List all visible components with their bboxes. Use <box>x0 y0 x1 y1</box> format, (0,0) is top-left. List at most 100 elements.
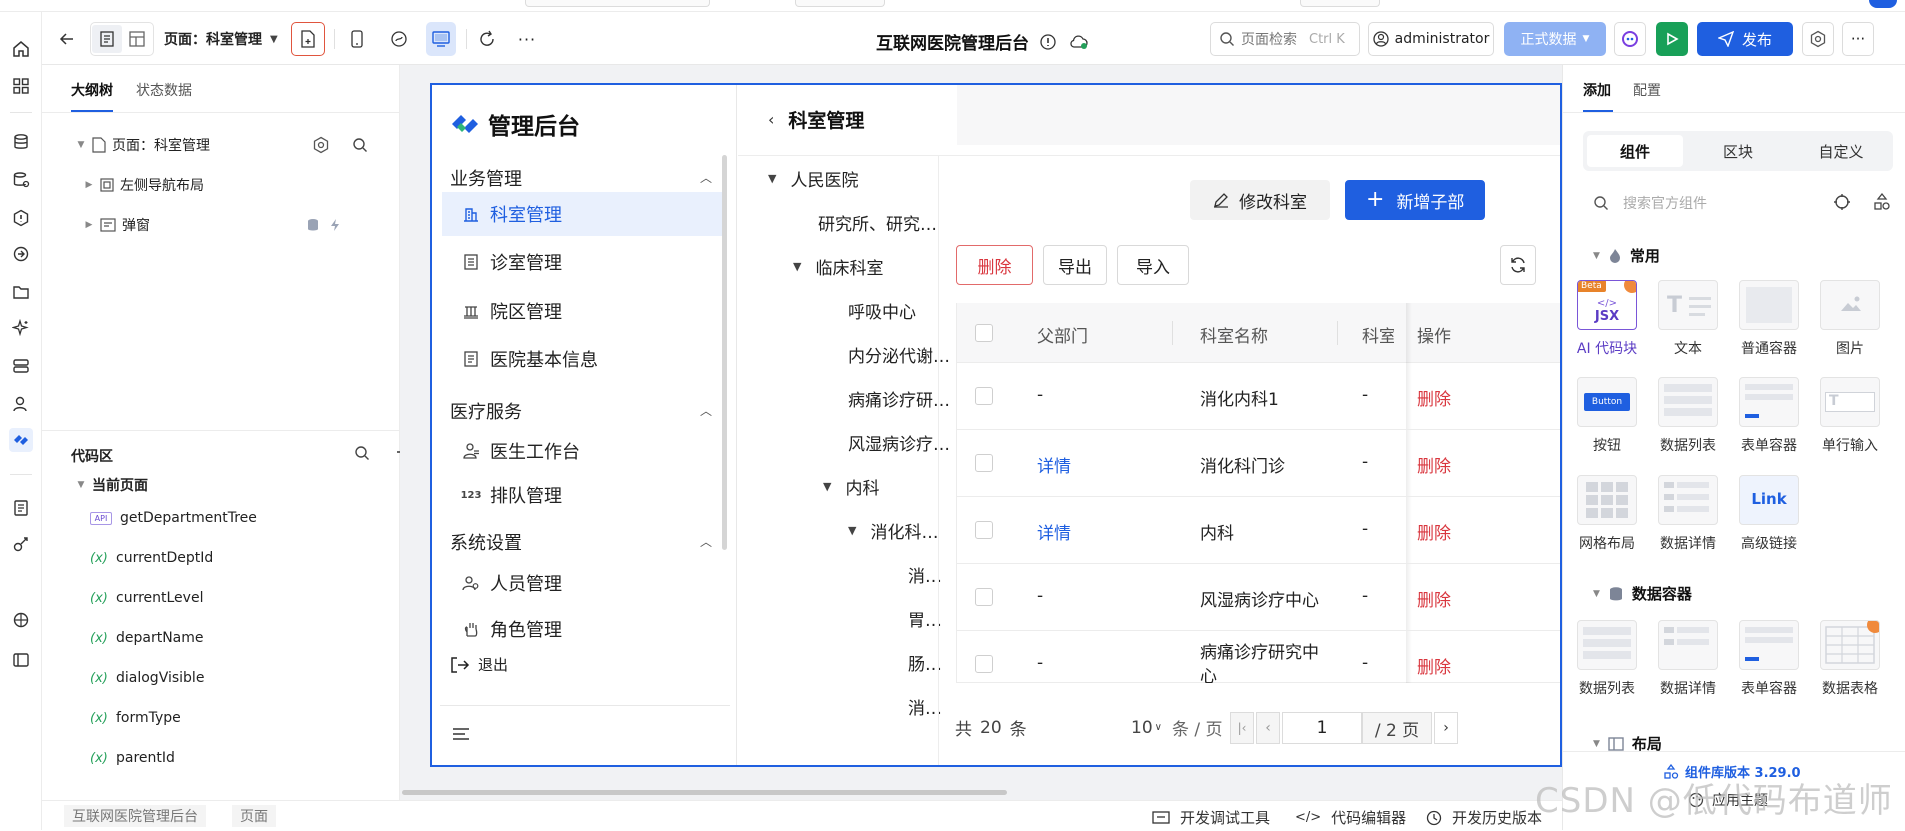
new-page-button[interactable] <box>291 22 325 56</box>
chevron-up-icon[interactable]: ︿ <box>700 533 712 550</box>
publish-button[interactable]: 发布 <box>1697 22 1793 56</box>
delete-row-link[interactable]: 删除 <box>1417 653 1451 678</box>
app-preview-frame[interactable]: 管理后台 业务管理 ︿ 科室管理 诊室管理 院区管理 医院基本信息 医疗服务 ︿… <box>430 83 1562 767</box>
avatar[interactable] <box>1869 0 1897 8</box>
tab-add[interactable]: 添加 <box>1583 80 1611 100</box>
dept-tree-node[interactable]: 病痛诊疗研… <box>848 385 950 411</box>
dept-tree-node[interactable]: 呼吸中心 <box>848 297 916 323</box>
delete-row-link[interactable]: 删除 <box>1417 385 1451 410</box>
canvas-scrollbar[interactable] <box>402 790 1552 795</box>
chevron-up-icon[interactable]: ︿ <box>700 169 712 186</box>
tree-node-dialog[interactable]: ▶ 弹窗 <box>84 213 384 237</box>
run-button[interactable] <box>1656 22 1688 56</box>
tab-config[interactable]: 配置 <box>1633 80 1661 100</box>
chevron-left-icon[interactable]: ‹ <box>768 110 774 129</box>
component-image[interactable]: 图片 <box>1810 280 1890 358</box>
dept-tree-node[interactable]: 风湿病诊疗… <box>848 429 950 455</box>
page-number-input[interactable]: 1 <box>1282 712 1362 744</box>
delete-row-link[interactable]: 删除 <box>1417 586 1451 611</box>
menu-item-doctor-workbench[interactable]: 医生工作台 <box>442 429 722 473</box>
code-editor-button[interactable]: </> 代码编辑器 <box>1295 807 1406 828</box>
code-item-variable[interactable]: (x) currentLevel <box>90 587 203 609</box>
scrollbar[interactable] <box>722 155 727 550</box>
component-data-detail[interactable]: 数据详情 <box>1648 475 1728 553</box>
add-child-button[interactable]: + 新增子部 <box>1345 180 1485 220</box>
code-item-variable[interactable]: (x) parentId <box>90 747 175 769</box>
delete-button[interactable]: 删除 <box>956 245 1033 285</box>
data-source-icon[interactable] <box>9 168 33 192</box>
home-icon[interactable] <box>9 37 33 61</box>
view-toggle[interactable] <box>90 22 154 56</box>
mini-program-button[interactable] <box>384 22 414 56</box>
tab-state-data[interactable]: 状态数据 <box>136 80 192 100</box>
storage-icon[interactable] <box>9 354 33 378</box>
folder-icon[interactable] <box>9 280 33 304</box>
search-icon[interactable] <box>354 445 370 461</box>
user-settings-icon[interactable] <box>9 392 33 416</box>
segment-custom[interactable]: 自定义 <box>1793 135 1889 167</box>
dev-tools-button[interactable]: 开发调试工具 <box>1152 807 1270 828</box>
more-menu-button[interactable]: ··· <box>1842 22 1874 56</box>
code-item-api[interactable]: API getDepartmentTree <box>90 507 257 529</box>
row-checkbox[interactable] <box>975 521 993 539</box>
menu-item-queue[interactable]: 123 排队管理 <box>442 473 722 517</box>
menu-item-roles[interactable]: 角色管理 <box>442 607 722 651</box>
user-menu[interactable]: administrator <box>1368 22 1494 56</box>
dept-tree-node[interactable]: 肠… <box>908 649 942 675</box>
database-icon[interactable] <box>9 130 33 154</box>
row-checkbox[interactable] <box>975 588 993 606</box>
collapse-panel-icon[interactable] <box>9 648 33 672</box>
history-button[interactable]: 开发历史版本 <box>1426 807 1542 828</box>
menu-item-staff[interactable]: 人员管理 <box>442 561 722 605</box>
component-grid-layout[interactable]: 网格布局 <box>1567 475 1647 553</box>
target-icon[interactable] <box>1833 193 1851 211</box>
select-all-checkbox[interactable] <box>975 324 993 342</box>
menu-item-hospital-info[interactable]: 医院基本信息 <box>442 337 722 381</box>
cloud-sync-icon[interactable] <box>1069 33 1089 51</box>
layout-view-icon[interactable] <box>122 25 152 53</box>
component-form-container[interactable]: 表单容器 <box>1729 377 1809 455</box>
menu-group-medical[interactable]: 医疗服务 <box>450 398 522 424</box>
info-icon[interactable] <box>1039 33 1057 51</box>
component-data-table[interactable]: 数据表格 <box>1810 620 1890 698</box>
row-checkbox[interactable] <box>975 454 993 472</box>
component-form-container[interactable]: 表单容器 <box>1729 620 1809 698</box>
component-data-list[interactable]: 数据列表 <box>1648 377 1728 455</box>
breadcrumb-app[interactable]: 互联网医院管理后台 <box>64 805 206 827</box>
menu-item-department[interactable]: 科室管理 <box>442 192 722 236</box>
tree-node-page[interactable]: ▼ 页面：科室管理 <box>76 133 376 157</box>
prev-page-icon[interactable]: ‹ <box>1256 712 1280 744</box>
first-page-icon[interactable]: |‹ <box>1230 712 1254 744</box>
ai-assistant-button[interactable] <box>1614 22 1646 56</box>
component-data-detail[interactable]: 数据详情 <box>1648 620 1728 698</box>
code-item-variable[interactable]: (x) formType <box>90 707 181 729</box>
dept-tree-node[interactable]: ▼ 消化科… <box>848 517 938 543</box>
dept-tree-node[interactable]: ▼ 内科 <box>823 473 879 499</box>
code-item-variable[interactable]: (x) dialogVisible <box>90 667 204 689</box>
menu-group-business[interactable]: 业务管理 <box>450 165 522 191</box>
page-size-select[interactable]: 10 ∨ 条 / 页 <box>1131 715 1223 741</box>
detail-link[interactable]: 详情 <box>1037 519 1071 544</box>
ai-sparkle-icon[interactable] <box>9 316 33 340</box>
next-page-icon[interactable]: › <box>1434 712 1458 744</box>
refresh-button[interactable] <box>472 22 502 56</box>
component-advanced-link[interactable]: Link 高级链接 <box>1729 475 1809 553</box>
import-button[interactable]: 导入 <box>1117 245 1189 285</box>
tree-node-left-nav-layout[interactable]: ▶ 左侧导航布局 <box>84 173 204 197</box>
chevron-up-icon[interactable]: ︿ <box>700 402 712 419</box>
menu-item-campus[interactable]: 院区管理 <box>442 289 722 333</box>
delete-row-link[interactable]: 删除 <box>1417 519 1451 544</box>
edit-department-button[interactable]: 修改科室 <box>1190 180 1330 220</box>
code-group-current-page[interactable]: ▼ 当前页面 <box>76 473 148 497</box>
logout-link[interactable]: 退出 <box>450 654 508 675</box>
apps-icon[interactable] <box>9 74 33 98</box>
list-doc-icon[interactable] <box>9 496 33 520</box>
desktop-preview-button[interactable] <box>426 22 456 56</box>
page-search-input[interactable]: 页面检索 Ctrl K <box>1210 22 1360 56</box>
code-item-variable[interactable]: (x) departName <box>90 627 204 649</box>
tab-outline-tree[interactable]: 大纲树 <box>71 80 113 100</box>
section-common[interactable]: ▼ 常用 <box>1593 245 1660 266</box>
component-button[interactable]: Button 按钮 <box>1567 377 1647 455</box>
component-text-input[interactable]: T 单行输入 <box>1810 377 1890 455</box>
menu-item-clinic-room[interactable]: 诊室管理 <box>442 240 722 284</box>
